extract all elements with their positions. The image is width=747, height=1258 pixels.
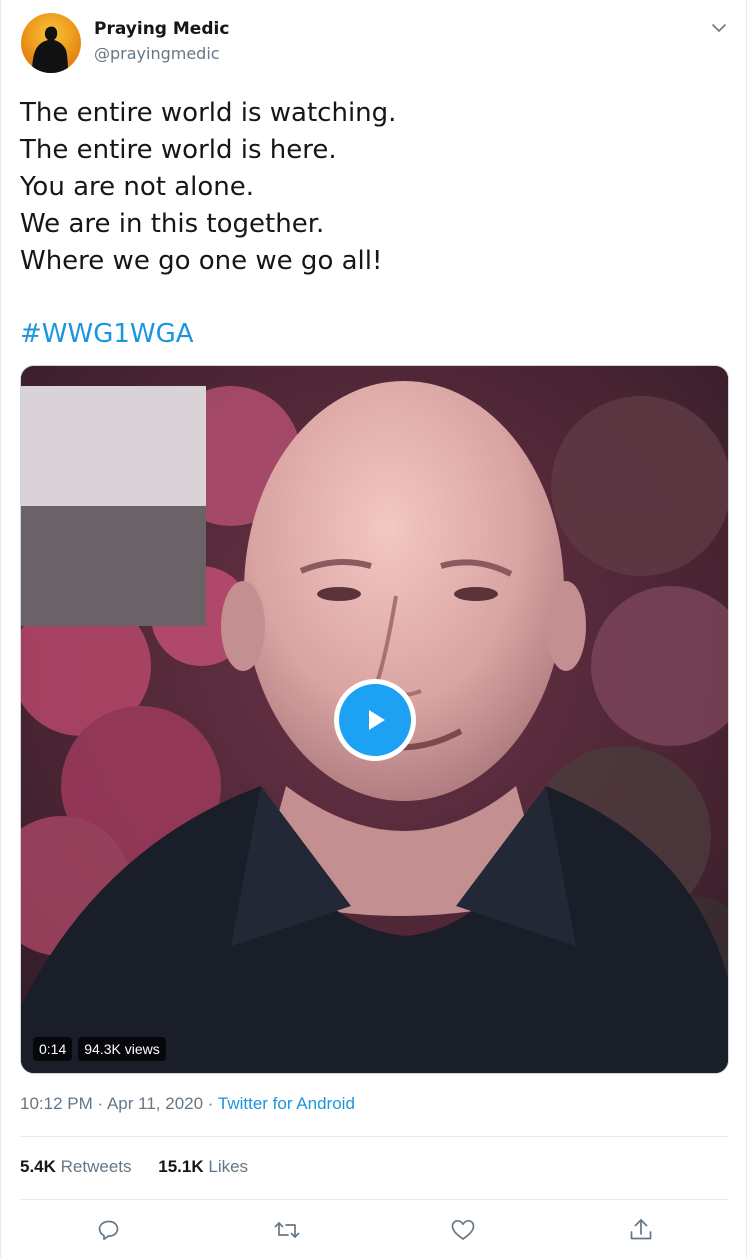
tweet-text: The entire world is watching. The entire… bbox=[20, 95, 720, 280]
retweets-count: 5.4K bbox=[20, 1157, 56, 1176]
retweet-icon bbox=[274, 1222, 300, 1238]
tweet-source-link[interactable]: Twitter for Android bbox=[218, 1094, 355, 1113]
more-options-button[interactable] bbox=[705, 14, 733, 42]
retweet-button[interactable] bbox=[269, 1212, 305, 1248]
meta-separator: · bbox=[207, 1094, 214, 1113]
reply-icon bbox=[98, 1220, 119, 1241]
avatar[interactable] bbox=[21, 13, 81, 73]
tweet-card: Praying Medic @prayingmedic The entire w… bbox=[0, 0, 747, 1258]
heart-icon bbox=[451, 1219, 475, 1240]
likes-count: 15.1K bbox=[158, 1157, 204, 1176]
tweet-date[interactable]: Apr 11, 2020 bbox=[107, 1094, 203, 1113]
tweet-time[interactable]: 10:12 PM bbox=[20, 1094, 93, 1113]
tweet-stats: 5.4K Retweets 15.1K Likes bbox=[20, 1157, 270, 1177]
tweet-text-line: The entire world is watching. bbox=[20, 98, 397, 128]
share-icon bbox=[630, 1219, 652, 1240]
tweet-text-line: You are not alone. bbox=[20, 172, 255, 202]
tweet-text-line: We are in this together. bbox=[20, 209, 325, 239]
display-name[interactable]: Praying Medic bbox=[94, 19, 229, 39]
user-handle[interactable]: @prayingmedic bbox=[94, 44, 220, 63]
like-button[interactable] bbox=[445, 1212, 481, 1248]
divider bbox=[20, 1199, 729, 1200]
hashtag-link[interactable]: #WWG1WGA bbox=[20, 316, 194, 353]
play-button-inner bbox=[339, 684, 411, 756]
play-button[interactable] bbox=[334, 679, 416, 761]
video-player[interactable]: 0:14 94.3K views bbox=[20, 365, 729, 1074]
tweet-text-line: Where we go one we go all! bbox=[20, 246, 383, 276]
video-meta: 0:14 94.3K views bbox=[33, 1037, 166, 1061]
avatar-silhouette bbox=[32, 26, 68, 73]
likes-stat[interactable]: 15.1K Likes bbox=[158, 1157, 248, 1176]
chevron-down-icon bbox=[712, 24, 726, 32]
retweets-stat[interactable]: 5.4K Retweets bbox=[20, 1157, 136, 1176]
meta-separator: · bbox=[97, 1094, 104, 1113]
reply-button[interactable] bbox=[91, 1212, 127, 1248]
play-icon bbox=[369, 710, 385, 730]
share-button[interactable] bbox=[623, 1212, 659, 1248]
tweet-text-line: The entire world is here. bbox=[20, 135, 337, 165]
divider bbox=[20, 1136, 729, 1137]
video-views: 94.3K views bbox=[78, 1037, 166, 1061]
tweet-meta: 10:12 PM · Apr 11, 2020 · Twitter for An… bbox=[20, 1094, 355, 1114]
retweets-label: Retweets bbox=[60, 1157, 132, 1176]
likes-label: Likes bbox=[208, 1157, 249, 1176]
video-duration: 0:14 bbox=[33, 1037, 73, 1061]
tweet-actions bbox=[1, 1212, 747, 1248]
